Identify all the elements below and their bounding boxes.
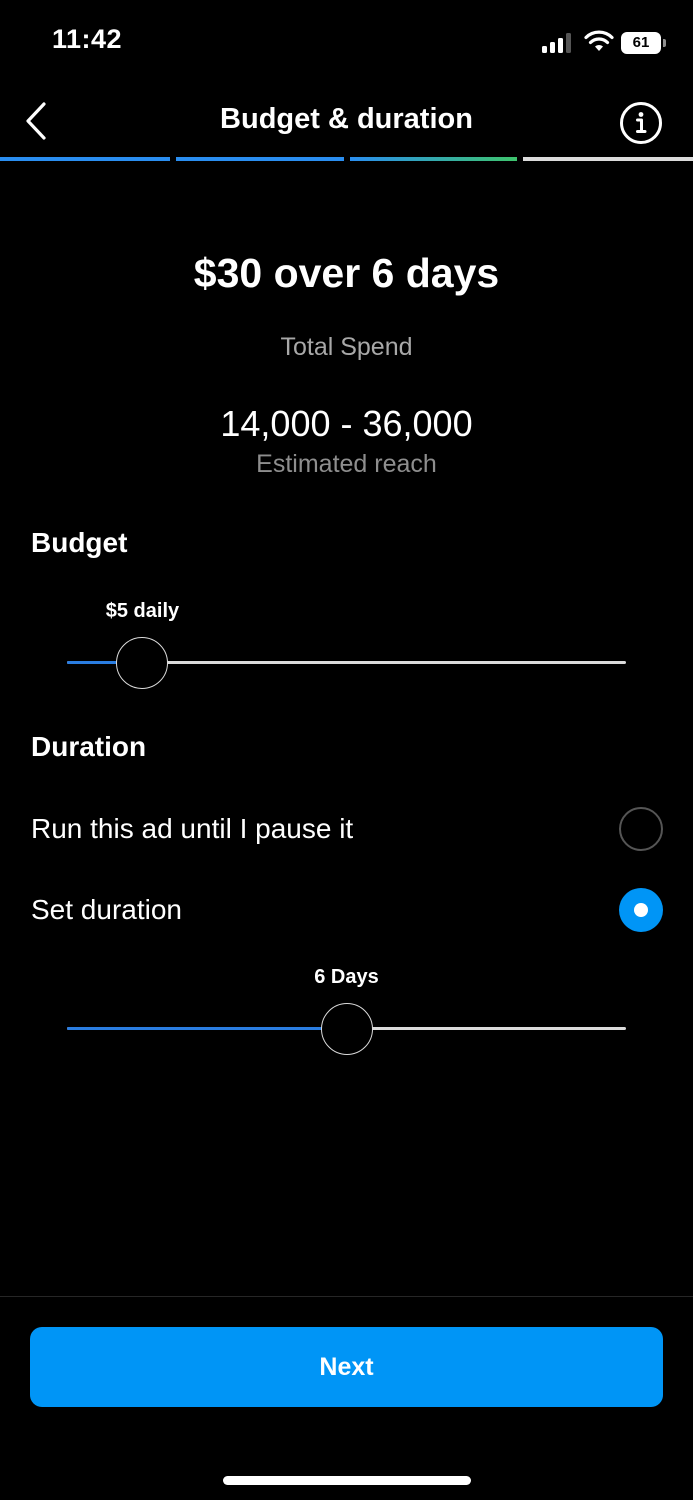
signal-icon bbox=[542, 33, 576, 53]
budget-heading: Budget bbox=[31, 527, 128, 558]
option-run-until-paused[interactable]: Run this ad until I pause it bbox=[0, 794, 693, 864]
battery-icon: 61 bbox=[621, 32, 661, 54]
next-button[interactable]: Next bbox=[30, 1327, 663, 1407]
spend-summary-headline: $30 over 6 days bbox=[193, 250, 500, 296]
budget-value-label: $5 daily bbox=[105, 600, 180, 622]
total-spend-label: Total Spend bbox=[280, 333, 413, 361]
step-progress bbox=[0, 157, 693, 161]
budget-slider-thumb[interactable] bbox=[116, 637, 169, 689]
page-title: Budget & duration bbox=[220, 103, 473, 135]
estimated-reach-label: Estimated reach bbox=[256, 450, 437, 478]
option-run-until-paused-label: Run this ad until I pause it bbox=[31, 813, 354, 844]
progress-step-4 bbox=[523, 157, 693, 161]
radio-selected[interactable] bbox=[619, 888, 663, 932]
progress-step-1 bbox=[0, 157, 170, 161]
duration-value-label: 6 Days bbox=[314, 966, 379, 988]
duration-heading: Duration bbox=[31, 731, 147, 762]
option-set-duration-label: Set duration bbox=[31, 894, 182, 925]
duration-slider-fill bbox=[67, 1027, 347, 1030]
home-indicator bbox=[223, 1476, 471, 1485]
info-button[interactable] bbox=[618, 100, 664, 146]
status-time: 11:42 bbox=[52, 24, 123, 54]
wifi-icon bbox=[584, 30, 614, 51]
duration-slider-thumb[interactable] bbox=[320, 1003, 373, 1055]
battery-tip bbox=[663, 39, 666, 47]
info-icon bbox=[620, 102, 662, 144]
progress-step-3 bbox=[350, 157, 517, 161]
radio-unselected[interactable] bbox=[619, 807, 663, 851]
progress-step-2 bbox=[176, 157, 344, 161]
option-set-duration[interactable]: Set duration bbox=[0, 875, 693, 945]
estimated-reach-value: 14,000 - 36,000 bbox=[220, 403, 473, 444]
footer-divider bbox=[0, 1296, 693, 1297]
